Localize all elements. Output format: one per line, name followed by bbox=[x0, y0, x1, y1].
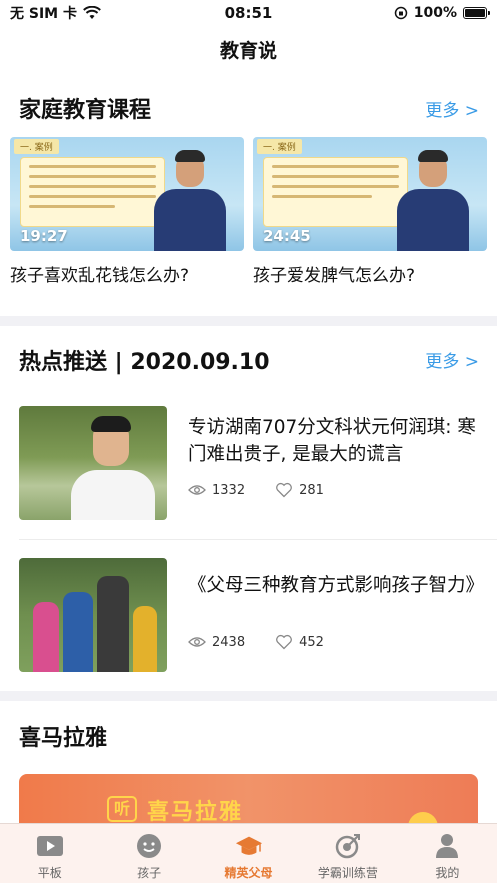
view-count: 2438 bbox=[212, 634, 246, 650]
battery-percent: 100% bbox=[413, 5, 457, 21]
graduation-cap-icon bbox=[235, 832, 263, 860]
news-title: 专访湖南707分文科状元何润琪: 寒门难出贵子, 是最大的谎言 bbox=[188, 417, 476, 465]
eye-icon bbox=[188, 485, 206, 495]
tab-label: 孩子 bbox=[137, 866, 162, 880]
himalaya-logo-icon: 听 bbox=[107, 796, 137, 822]
presenter-figure bbox=[393, 147, 473, 251]
tab-label: 精英父母 bbox=[224, 866, 273, 880]
himalaya-section-title: 喜马拉雅 bbox=[19, 726, 108, 751]
tab-label: 平板 bbox=[37, 866, 62, 880]
face-icon bbox=[135, 832, 163, 860]
news-meta: 2438 452 bbox=[188, 634, 354, 650]
news-item[interactable]: 专访湖南707分文科状元何润琪: 寒门难出贵子, 是最大的谎言 1332 281 bbox=[19, 406, 479, 522]
tab-mine[interactable]: 我的 bbox=[398, 824, 497, 883]
tab-label: 学霸训练营 bbox=[317, 866, 378, 880]
presenter-figure bbox=[150, 147, 230, 251]
course-card[interactable]: 一. 案例 19:27 孩子喜欢乱花钱怎么办? bbox=[10, 137, 244, 286]
view-count: 1332 bbox=[212, 482, 246, 498]
orientation-lock-icon bbox=[394, 6, 407, 20]
wifi-icon bbox=[83, 6, 101, 19]
course-card[interactable]: 一. 案例 24:45 孩子爱发脾气怎么办? bbox=[253, 137, 487, 286]
hot-section-title: 热点推送 | 2020.09.10 bbox=[19, 350, 270, 375]
news-thumbnail bbox=[19, 406, 167, 520]
course-caption: 孩子爱发脾气怎么办? bbox=[253, 266, 416, 286]
slide-graphic bbox=[20, 157, 165, 227]
course-caption: 孩子喜欢乱花钱怎么办? bbox=[10, 266, 190, 286]
page-title: 教育说 bbox=[219, 40, 277, 62]
news-meta: 1332 281 bbox=[188, 482, 354, 498]
status-time: 08:51 bbox=[224, 4, 273, 22]
section-divider bbox=[0, 691, 497, 701]
target-icon bbox=[334, 832, 362, 860]
tab-label: 我的 bbox=[435, 866, 460, 880]
heart-icon[interactable] bbox=[275, 482, 293, 498]
play-icon bbox=[36, 832, 64, 860]
eye-icon bbox=[188, 637, 206, 647]
course-thumbnail: 一. 案例 19:27 bbox=[10, 137, 244, 251]
course-thumbnail: 一. 案例 24:45 bbox=[253, 137, 487, 251]
section-divider bbox=[0, 316, 497, 326]
courses-more-link[interactable]: 更多 > bbox=[425, 96, 479, 121]
status-bar: 无 SIM 卡 08:51 100% bbox=[0, 0, 497, 26]
news-thumbnail bbox=[19, 558, 167, 672]
news-item[interactable]: 《父母三种教育方式影响孩子智力》 2438 452 bbox=[19, 558, 484, 674]
himalaya-banner-text: 喜马拉雅 bbox=[147, 800, 244, 825]
heart-icon[interactable] bbox=[275, 634, 293, 650]
tab-bar: 平板 孩子 精英父母 学霸训练营 我的 bbox=[0, 823, 497, 883]
course-tag: 一. 案例 bbox=[14, 139, 59, 154]
battery-icon bbox=[463, 7, 490, 19]
person-icon bbox=[433, 832, 461, 860]
like-count: 281 bbox=[299, 482, 324, 498]
carrier-label: 无 SIM 卡 bbox=[10, 6, 77, 22]
tab-training-camp[interactable]: 学霸训练营 bbox=[298, 824, 397, 883]
tab-tablet[interactable]: 平板 bbox=[0, 824, 99, 883]
video-duration: 19:27 bbox=[20, 227, 68, 245]
item-divider bbox=[19, 539, 497, 540]
news-title: 《父母三种教育方式影响孩子智力》 bbox=[188, 575, 485, 596]
hot-more-link[interactable]: 更多 > bbox=[425, 347, 479, 372]
slide-graphic bbox=[263, 157, 408, 227]
course-tag: 一. 案例 bbox=[257, 139, 302, 154]
video-duration: 24:45 bbox=[263, 227, 311, 245]
tab-child[interactable]: 孩子 bbox=[99, 824, 198, 883]
courses-section-title: 家庭教育课程 bbox=[19, 98, 152, 123]
like-count: 452 bbox=[299, 634, 324, 650]
tab-elite-parents[interactable]: 精英父母 bbox=[199, 824, 298, 883]
